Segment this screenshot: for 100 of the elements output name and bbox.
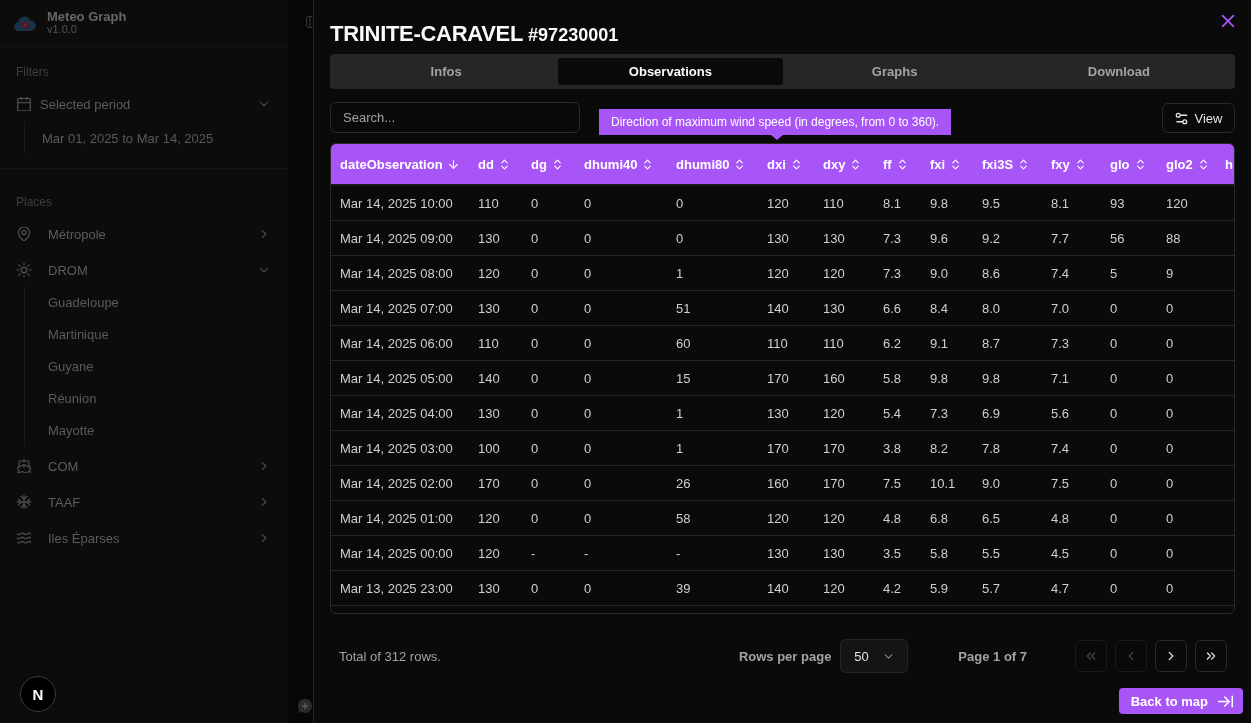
sidebar-subitem[interactable]: Guyane [25, 350, 288, 382]
tab[interactable]: Download [1006, 58, 1231, 85]
column-header[interactable]: dd [478, 156, 510, 172]
table-cell-text: 39 [676, 580, 692, 596]
table-cell-text: 4.8 [883, 510, 903, 526]
column-header[interactable]: dg [531, 156, 563, 172]
last-page-button[interactable] [1195, 640, 1227, 672]
sidebar-item[interactable]: Selected period [0, 86, 288, 122]
panel-icon [306, 16, 313, 28]
view-button[interactable]: View [1162, 103, 1235, 133]
column-header[interactable]: fxi [930, 156, 962, 172]
table-cell-text: 88 [1166, 230, 1182, 246]
table-cell-text: 0 [531, 405, 540, 421]
app-version: v1.0.0 [47, 23, 78, 36]
table-cell-text: 0 [531, 265, 540, 281]
table-cell-text: 110 [478, 335, 500, 351]
column-header[interactable]: ff [883, 156, 908, 172]
table-cell-text: Mar 14, 2025 05:00 [340, 370, 454, 386]
column-header[interactable]: dateObservation [340, 156, 459, 172]
table-cell-text: 1 [676, 405, 685, 421]
table-cell-text: - [584, 545, 590, 561]
dev-tools-button[interactable]: N [20, 676, 56, 712]
sidebar-item[interactable]: COM [0, 448, 288, 484]
app-name: Meteo Graph [47, 10, 127, 23]
table-cell-text: Mar 14, 2025 08:00 [340, 265, 454, 281]
next-page-button[interactable] [1155, 640, 1187, 672]
table-cell-text: 3.5 [883, 545, 903, 561]
table-cell-text: 0 [1110, 580, 1119, 596]
sidebar-item[interactable]: Iles Éparses [0, 520, 288, 556]
sidebar-subitem[interactable]: Martinique [25, 318, 288, 350]
sidebar-item[interactable]: TAAF [0, 484, 288, 520]
table-cell-text: - [676, 545, 682, 561]
table-cell-text: 7.5 [883, 475, 903, 491]
cloud-logo-icon [14, 14, 36, 32]
column-header[interactable]: dxi [767, 156, 802, 172]
table-cell-text: 130 [478, 405, 501, 421]
sidebar-subitem[interactable]: Mar 01, 2025 to Mar 14, 2025 [25, 122, 288, 154]
table-cell-text: Mar 14, 2025 00:00 [340, 545, 454, 561]
table-cell-text: 0 [1110, 475, 1119, 491]
tab[interactable]: Infos [334, 58, 559, 85]
column-header[interactable]: fxi3S [982, 156, 1030, 172]
table-cell-text: 130 [767, 545, 790, 561]
close-button[interactable] [1219, 12, 1237, 30]
sidebar-subitem[interactable]: Guadeloupe [25, 286, 288, 318]
sidebar-item[interactable]: Métropole [0, 216, 288, 252]
table-cell-text: 0 [584, 510, 593, 526]
table-cell-text: 110 [767, 335, 789, 351]
table-cell-text: 1 [676, 440, 685, 456]
column-header[interactable]: fxy [1051, 156, 1086, 172]
table-cell-text: 120 [767, 195, 790, 211]
table-cell-text: 0 [1110, 300, 1119, 316]
table-cell-text: 7.3 [883, 265, 903, 281]
table-cell-text: 4.5 [1051, 545, 1071, 561]
waves-icon [17, 531, 31, 545]
column-header[interactable]: dhumi40 [584, 156, 654, 172]
table-cell-text: 120 [478, 510, 501, 526]
table-cell-text: 0 [531, 300, 540, 316]
column-header[interactable]: glo2 [1166, 156, 1209, 172]
search-field[interactable]: Search... [330, 102, 580, 133]
table-cell-text: 7.4 [1051, 265, 1071, 281]
table-cell-text: 9.1 [930, 335, 950, 351]
table-cell-text: Mar 14, 2025 03:00 [340, 440, 454, 456]
tab[interactable]: Graphs [782, 58, 1007, 85]
table-cell-text: 110 [823, 195, 845, 211]
table-cell-text: Mar 14, 2025 01:00 [340, 510, 454, 526]
tooltip: Direction of maximum wind speed (in degrees, from 0 to 360). [599, 109, 952, 140]
back-to-map-button[interactable]: Back to map [1118, 688, 1243, 714]
column-header[interactable]: glo [1110, 156, 1146, 172]
column-header[interactable]: dxy [823, 156, 862, 172]
tab[interactable]: Observations [558, 58, 783, 85]
table-cell-text: 130 [823, 230, 846, 246]
table-cell-text: 160 [823, 370, 846, 386]
table-cell-text: 0 [531, 475, 540, 491]
table-cell-text: 140 [767, 580, 790, 596]
table-cell-text: 0 [1166, 300, 1175, 316]
table-cell-text: 130 [823, 300, 846, 316]
table-cell-text: 9.6 [930, 230, 950, 246]
close-icon [1219, 12, 1237, 30]
table-cell-text: 6.6 [883, 300, 903, 316]
sidebar-item[interactable]: DROM [0, 252, 288, 288]
table-cell-text: Mar 14, 2025 07:00 [340, 300, 454, 316]
table-cell-text: 120 [823, 580, 846, 596]
rows-per-page-select[interactable]: 50 [840, 639, 909, 673]
sidebar-subitem[interactable]: Mayotte [25, 414, 288, 446]
sliders-icon [1174, 111, 1188, 125]
column-header[interactable]: dhumi80 [676, 156, 746, 172]
table-cell-text: 7.0 [1051, 300, 1071, 316]
table-cell-text: 0 [1166, 335, 1175, 351]
table-cell-text: 15 [676, 370, 692, 386]
table-cell-text: 0 [676, 195, 685, 211]
column-header[interactable]: h [1225, 156, 1233, 172]
table-cell-text: 5.6 [1051, 405, 1071, 421]
table-cell-text: 120 [478, 545, 501, 561]
station-id: #97230001 [528, 24, 619, 47]
table-cell-text: 5 [1110, 265, 1119, 281]
table-cell-text: 0 [584, 440, 593, 456]
table-cell-text: 7.1 [1051, 370, 1071, 386]
sidebar-subitem[interactable]: Réunion [25, 382, 288, 414]
table-cell-text: 170 [767, 370, 790, 386]
table-cell-text: Mar 14, 2025 04:00 [340, 405, 454, 421]
